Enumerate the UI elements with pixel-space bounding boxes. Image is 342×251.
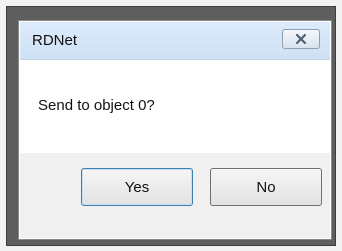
message-area: Send to object 0? — [20, 60, 330, 153]
title-bar: RDNet — [20, 22, 330, 60]
no-button[interactable]: No — [210, 168, 322, 206]
close-icon — [295, 33, 307, 45]
button-bar: Yes No — [20, 153, 330, 238]
message-dialog: RDNet Send to object 0? Yes No — [18, 20, 332, 240]
dialog-message: Send to object 0? — [38, 97, 155, 114]
yes-button[interactable]: Yes — [81, 168, 193, 206]
dialog-title: RDNet — [32, 32, 78, 49]
close-button[interactable] — [282, 29, 320, 49]
